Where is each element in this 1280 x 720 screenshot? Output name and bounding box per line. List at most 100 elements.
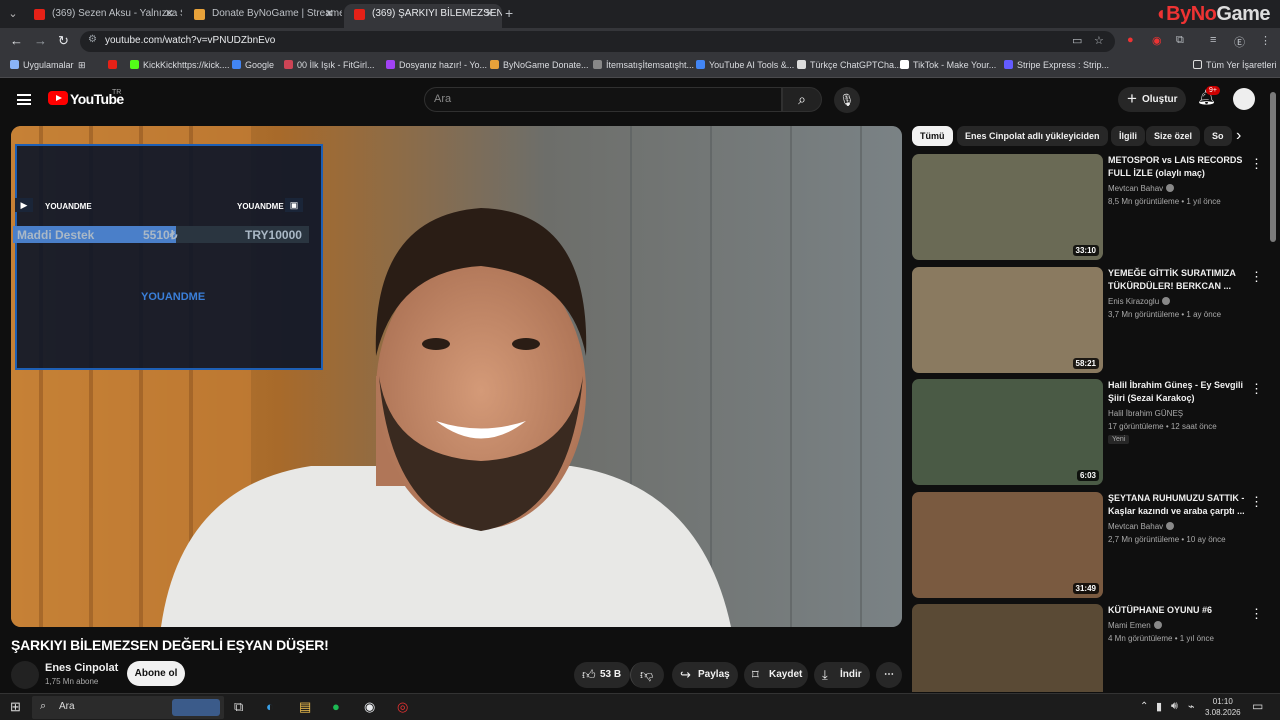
recommendation-channel[interactable]: Mami Emen xyxy=(1108,621,1162,630)
task-view-icon[interactable]: ⧉ xyxy=(234,699,243,715)
recommendation-channel[interactable]: Halil İbrahim GÜNEŞ xyxy=(1108,409,1183,418)
chip-all[interactable]: Tümü xyxy=(912,126,953,146)
more-actions-button[interactable]: ⋯ xyxy=(876,662,902,688)
recommendation-item[interactable]: KÜTÜPHANE OYUNU #6 Mami Emen 4 Mn görünt… xyxy=(912,604,1267,692)
bookmark-item[interactable]: YouTube AI Tools &... xyxy=(696,60,794,70)
video-thumbnail[interactable]: 33:10 xyxy=(912,154,1103,260)
extension-icon[interactable]: ◉ xyxy=(1152,34,1162,47)
channel-avatar[interactable] xyxy=(11,661,39,689)
chip-related[interactable]: İlgili xyxy=(1111,126,1145,146)
close-tab-icon[interactable]: ✕ xyxy=(485,4,494,24)
close-tab-icon[interactable]: ✕ xyxy=(165,4,174,24)
windows-start-icon[interactable]: ⊞ xyxy=(10,699,21,715)
chip-more[interactable]: So xyxy=(1204,126,1232,146)
spotify-icon[interactable]: ● xyxy=(332,699,340,714)
search-button[interactable]: ⌕ xyxy=(782,87,822,112)
site-info-icon[interactable]: ⚙ xyxy=(88,34,97,45)
search-input[interactable] xyxy=(434,93,764,105)
video-thumbnail[interactable] xyxy=(912,604,1103,692)
chip-for-you[interactable]: Size özel xyxy=(1146,126,1201,146)
reading-list-icon[interactable]: ≡ xyxy=(1210,34,1216,46)
video-thumbnail[interactable]: 6:03 xyxy=(912,379,1103,485)
usb-icon[interactable]: ▮ xyxy=(1156,700,1162,713)
recommendation-title[interactable]: YEMEĞE GİTTİK SURATIMIZA TÜKÜRDÜLER! BER… xyxy=(1108,267,1248,293)
recommendation-item[interactable]: 31:49 ŞEYTANA RUHUMUZU SATTIK - Kaşlar k… xyxy=(912,492,1267,600)
bookmark-item[interactable]: TikTok - Make Your... xyxy=(900,60,996,70)
taskbar-search[interactable]: ⌕ Ara xyxy=(32,696,224,719)
bynogame-favicon-icon xyxy=(194,9,205,20)
more-vertical-icon[interactable]: ⋮ xyxy=(1250,269,1263,285)
apps-grid-icon[interactable]: ⊞ xyxy=(78,60,86,71)
new-tab-button[interactable]: + xyxy=(505,5,513,21)
recommendation-channel[interactable]: Enis Kirazoglu xyxy=(1108,297,1171,306)
video-thumbnail[interactable]: 31:49 xyxy=(912,492,1103,598)
volume-icon[interactable]: 🔊︎ xyxy=(1171,700,1178,713)
recommendation-channel[interactable]: Mevtcan Bahav xyxy=(1108,184,1175,193)
bookmark-item[interactable]: ByNoGame Donate... xyxy=(490,60,589,70)
chip-from-uploader[interactable]: Enes Cinpolat adlı yükleyiciden xyxy=(957,126,1108,146)
bookmark-item[interactable]: İtemsatışİtemsatışht... xyxy=(593,60,694,70)
back-icon[interactable]: ← xyxy=(10,33,23,48)
bookmark-item[interactable]: 00 İlk Işık - FitGirl... xyxy=(284,60,375,70)
bookmark-item[interactable]: KickKickhttps://kick.... xyxy=(130,60,230,70)
file-explorer-icon[interactable]: ▤ xyxy=(299,699,311,715)
channel-name[interactable]: Enes Cinpolat xyxy=(45,662,118,674)
browser-tab-active[interactable]: (369) ŞARKIYI BİLEMEZSEN DEĞ ✕ xyxy=(344,4,502,28)
recommendation-title[interactable]: ŞEYTANA RUHUMUZU SATTIK - Kaşlar kazındı… xyxy=(1108,492,1248,518)
recommendation-item[interactable]: 6:03 Halil İbrahim Güneş - Ey Sevgili Şi… xyxy=(912,379,1267,487)
menu-kebab-icon[interactable]: ⋮ xyxy=(1260,34,1271,47)
more-vertical-icon[interactable]: ⋮ xyxy=(1250,381,1263,397)
recommendation-item[interactable]: 58:21 YEMEĞE GİTTİK SURATIMIZA TÜKÜRDÜLE… xyxy=(912,267,1267,375)
recommendation-item[interactable]: 33:10 METOSPOR vs LAIS RECORDS FULL İZLE… xyxy=(912,154,1267,262)
voice-search-button[interactable]: 🎙 xyxy=(834,87,860,113)
profile-icon[interactable]: Ⓔ xyxy=(1234,34,1245,50)
chevron-right-icon[interactable]: › xyxy=(1236,127,1241,145)
bookmark-item[interactable]: Dosyanız hazır! - Yo... xyxy=(386,60,487,70)
save-button[interactable]: ⌑ Kaydet xyxy=(744,662,808,688)
browser-tab[interactable]: (369) Sezen Aksu - Yalnızca Sitem ✕ xyxy=(24,4,182,28)
video-player[interactable]: YOUANDME ▶ YOUANDME YOUANDME ▣ Maddi Des… xyxy=(11,126,902,627)
recommendation-channel[interactable]: Mevtcan Bahav xyxy=(1108,522,1175,531)
like-button[interactable]: 👍︎ 53 B xyxy=(574,662,630,688)
youtube-bookmark-icon[interactable] xyxy=(108,60,121,70)
dislike-button[interactable]: 👎︎ xyxy=(630,662,664,688)
browser-tab[interactable]: Donate ByNoGame | Streamer ✕ xyxy=(184,4,342,28)
video-thumbnail[interactable]: 58:21 xyxy=(912,267,1103,373)
tray-chevron-icon[interactable]: ⌃ xyxy=(1140,701,1148,712)
recommendation-title[interactable]: METOSPOR vs LAIS RECORDS FULL İZLE (olay… xyxy=(1108,154,1248,180)
all-bookmarks-folder[interactable]: Tüm Yer İşaretleri xyxy=(1193,60,1277,70)
bookmark-item[interactable]: Türkçe ChatGPTCha... xyxy=(797,60,902,70)
menu-hamburger-icon[interactable] xyxy=(17,94,31,105)
more-vertical-icon[interactable]: ⋮ xyxy=(1250,494,1263,510)
download-button[interactable]: ⤓ İndir xyxy=(814,662,870,688)
network-icon[interactable]: ⌁ xyxy=(1188,700,1195,713)
reload-icon[interactable]: ↻ xyxy=(58,33,69,49)
share-button[interactable]: ↪ Paylaş xyxy=(672,662,738,688)
bookmark-item[interactable]: Uygulamalar xyxy=(10,60,74,70)
account-avatar[interactable] xyxy=(1233,88,1255,110)
extensions-puzzle-icon[interactable]: ⧉ xyxy=(1176,34,1184,47)
microphone-icon: 🎙 xyxy=(839,93,855,107)
more-vertical-icon[interactable]: ⋮ xyxy=(1250,156,1263,172)
forward-icon[interactable]: → xyxy=(34,33,47,48)
page-scrollbar[interactable] xyxy=(1270,92,1276,242)
more-vertical-icon[interactable]: ⋮ xyxy=(1250,606,1263,622)
url-bar[interactable]: ⚙ youtube.com/watch?v=vPNUDZbnEvo xyxy=(80,31,1115,52)
subscribe-button[interactable]: Abone ol xyxy=(127,661,185,686)
extension-icon[interactable]: ● xyxy=(1127,34,1134,46)
recommendation-title[interactable]: Halil İbrahim Güneş - Ey Sevgili Şiiri (… xyxy=(1108,379,1248,405)
close-tab-icon[interactable]: ✕ xyxy=(325,4,334,24)
taskbar-clock[interactable]: 01:10 3.08.2026 xyxy=(1205,696,1241,718)
edge-icon[interactable]: ◐ xyxy=(266,699,274,714)
bookmark-star-icon[interactable]: ☆ xyxy=(1094,34,1104,47)
chrome-icon[interactable]: ◉ xyxy=(364,699,375,715)
bookmark-item[interactable]: Google xyxy=(232,60,274,70)
tab-search-icon[interactable]: ⌄ xyxy=(4,5,22,23)
recording-app-icon[interactable]: ◎ xyxy=(397,699,408,715)
notification-center-icon[interactable]: ▭ xyxy=(1252,699,1263,713)
install-icon[interactable]: ▭ xyxy=(1072,34,1082,47)
create-button[interactable]: Oluştur xyxy=(1118,86,1186,112)
youtube-logo-icon[interactable] xyxy=(48,91,68,105)
recommendation-title[interactable]: KÜTÜPHANE OYUNU #6 xyxy=(1108,604,1248,617)
bookmark-item[interactable]: Stripe Express : Strip... xyxy=(1004,60,1109,70)
